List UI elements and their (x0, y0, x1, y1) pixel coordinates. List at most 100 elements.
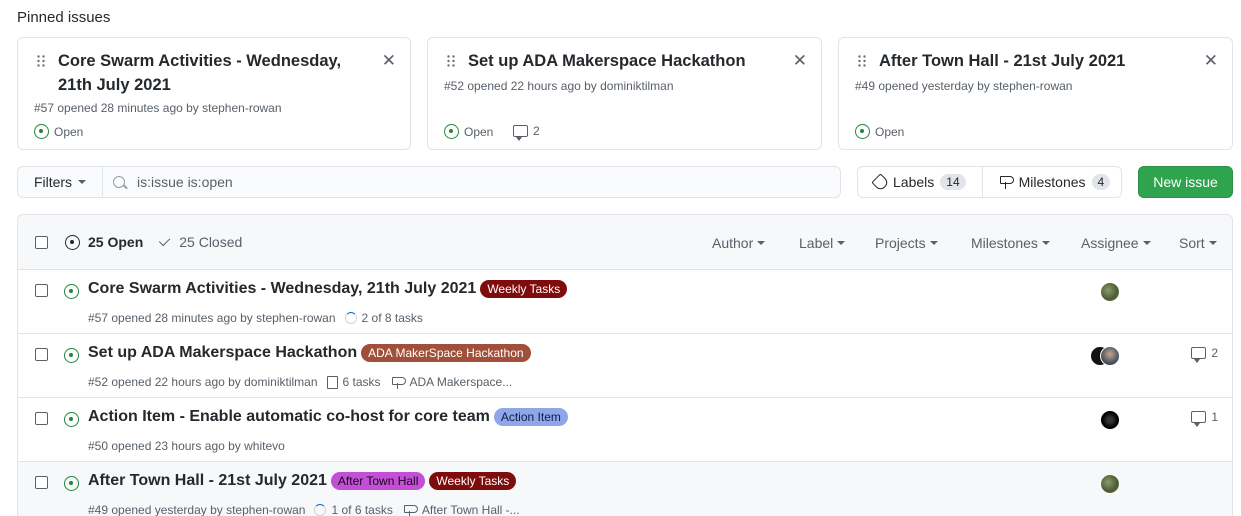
filters-button[interactable]: Filters (17, 166, 103, 198)
label-filter[interactable]: Label (799, 235, 846, 251)
task-progress: 1 of 6 tasks (331, 503, 393, 516)
issue-open-icon (444, 124, 459, 139)
checklist-icon (326, 375, 338, 389)
pinned-issues-heading: Pinned issues (17, 9, 111, 26)
issue-meta: #57 opened 28 minutes ago by stephen-row… (88, 311, 336, 325)
closed-issues-tab[interactable]: 25 Closed (159, 234, 243, 250)
author-filter-label: Author (712, 235, 754, 251)
labels-button[interactable]: Labels 14 (858, 167, 982, 197)
pinned-card-state: Open (34, 124, 83, 139)
issue-row[interactable]: Action Item - Enable automatic co-host f… (18, 398, 1232, 462)
search-value[interactable]: is:issue is:open (137, 174, 233, 190)
milestones-filter-label: Milestones (971, 235, 1038, 251)
select-all-checkbox[interactable] (35, 236, 48, 249)
avatar[interactable] (1100, 410, 1120, 430)
issue-list: 25 Open 25 Closed Author Label Projects … (17, 214, 1233, 516)
avatar[interactable] (1100, 282, 1120, 302)
issue-label[interactable]: Weekly Tasks (480, 280, 568, 298)
label-filter-label: Label (799, 235, 834, 251)
issue-title[interactable]: Core Swarm Activities - Wednesday, 21th … (88, 280, 476, 298)
sort-filter[interactable]: Sort (1179, 235, 1217, 251)
drag-handle-icon[interactable] (36, 54, 46, 68)
projects-filter[interactable]: Projects (875, 235, 938, 251)
pinned-card-state: Open (444, 124, 493, 139)
milestones-button[interactable]: Milestones 4 (981, 167, 1127, 197)
pinned-card[interactable]: Core Swarm Activities - Wednesday, 21th … (17, 37, 411, 150)
avatar[interactable] (1100, 346, 1120, 366)
unpin-close-icon[interactable]: ✕ (793, 52, 807, 69)
state-label: Open (875, 124, 905, 139)
milestone-icon (391, 376, 406, 389)
check-icon (159, 234, 171, 247)
issue-list-header: 25 Open 25 Closed Author Label Projects … (18, 215, 1232, 270)
issue-label[interactable]: ADA MakerSpace Hackathon (361, 344, 531, 362)
chevron-down-icon (1208, 241, 1217, 245)
chevron-down-icon (929, 241, 938, 245)
issue-open-icon (64, 348, 79, 363)
chevron-down-icon (1041, 241, 1050, 245)
comment-icon (513, 125, 528, 141)
issue-milestone[interactable]: ADA Makerspace... (410, 375, 513, 389)
issue-milestone[interactable]: After Town Hall -... (422, 503, 520, 516)
milestones-filter[interactable]: Milestones (971, 235, 1050, 251)
search-icon (113, 176, 125, 188)
closed-count-label: 25 Closed (179, 234, 243, 250)
avatar[interactable] (1100, 474, 1120, 494)
issue-open-icon (855, 124, 870, 139)
projects-filter-label: Projects (875, 235, 926, 251)
comment-icon (1191, 411, 1207, 427)
pinned-card-state: Open (855, 124, 904, 139)
comment-count: 2 (533, 124, 540, 138)
chevron-down-icon (757, 241, 766, 245)
pinned-card-title[interactable]: Core Swarm Activities - Wednesday, 21th … (58, 49, 362, 97)
pinned-card-meta: #49 opened yesterday by stephen-rowan (855, 79, 1073, 93)
issue-title[interactable]: Set up ADA Makerspace Hackathon (88, 344, 357, 362)
pinned-card[interactable]: Set up ADA Makerspace Hackathon ✕ #52 op… (427, 37, 822, 150)
new-issue-button[interactable]: New issue (1138, 166, 1233, 198)
issue-label[interactable]: After Town Hall (330, 472, 426, 490)
issue-checkbox[interactable] (35, 476, 48, 489)
task-progress-icon (344, 312, 357, 324)
issue-open-icon (64, 284, 79, 299)
sort-filter-label: Sort (1179, 235, 1205, 251)
milestone-icon (999, 175, 1014, 189)
open-issues-tab[interactable]: 25 Open (65, 234, 143, 250)
search-input[interactable]: is:issue is:open (102, 166, 841, 198)
issue-checkbox[interactable] (35, 284, 48, 297)
issue-title[interactable]: After Town Hall - 21st July 2021 (88, 472, 327, 490)
filters-label: Filters (33, 174, 73, 190)
labels-milestones-group: Labels 14 Milestones 4 (857, 166, 1122, 198)
issue-title[interactable]: Action Item - Enable automatic co-host f… (88, 408, 490, 426)
issue-checkbox[interactable] (35, 412, 48, 425)
pinned-card[interactable]: After Town Hall - 21st July 2021 ✕ #49 o… (838, 37, 1233, 150)
pinned-card-title[interactable]: Set up ADA Makerspace Hackathon (468, 49, 773, 73)
issue-comments[interactable]: 1 (1191, 410, 1218, 427)
labels-label: Labels (893, 174, 935, 190)
pinned-card-meta: #57 opened 28 minutes ago by stephen-row… (34, 101, 282, 115)
assignee-filter[interactable]: Assignee (1081, 235, 1151, 251)
drag-handle-icon[interactable] (446, 54, 456, 68)
issue-label[interactable]: Weekly Tasks (429, 472, 517, 490)
milestones-count: 4 (1091, 174, 1111, 190)
issue-row[interactable]: After Town Hall - 21st July 2021 After T… (18, 462, 1232, 516)
pinned-card-comments[interactable]: 2 (513, 124, 540, 141)
task-progress: 6 tasks (342, 375, 381, 389)
issue-open-icon (64, 476, 79, 491)
comment-count: 1 (1211, 410, 1218, 424)
labels-count: 14 (940, 174, 966, 190)
issue-meta: #49 opened yesterday by stephen-rowan (88, 503, 306, 516)
issue-meta: #50 opened 23 hours ago by whitevo (88, 439, 285, 453)
issue-open-icon (64, 412, 79, 427)
state-label: Open (54, 124, 84, 139)
comment-icon (1191, 347, 1207, 363)
pinned-card-title[interactable]: After Town Hall - 21st July 2021 (879, 49, 1184, 73)
drag-handle-icon[interactable] (857, 54, 867, 68)
issue-row[interactable]: Core Swarm Activities - Wednesday, 21th … (18, 270, 1232, 334)
unpin-close-icon[interactable]: ✕ (382, 52, 396, 69)
issue-label[interactable]: Action Item (493, 408, 568, 426)
unpin-close-icon[interactable]: ✕ (1204, 52, 1218, 69)
author-filter[interactable]: Author (712, 235, 766, 251)
issue-comments[interactable]: 2 (1191, 346, 1218, 363)
issue-row[interactable]: Set up ADA Makerspace Hackathon ADA Make… (18, 334, 1232, 398)
issue-checkbox[interactable] (35, 348, 48, 361)
